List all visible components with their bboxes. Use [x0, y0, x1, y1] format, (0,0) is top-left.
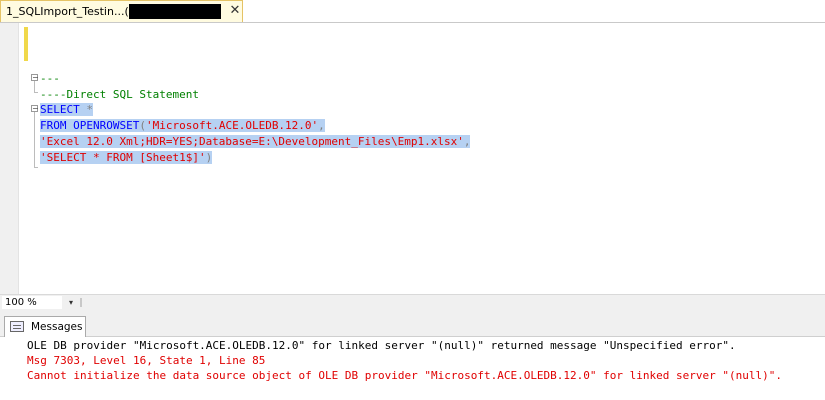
query-document-tab[interactable]: 1_SQLImport_Testin...( ✕	[0, 0, 243, 22]
scrollbar-thumb[interactable]	[80, 298, 82, 307]
sql-code[interactable]: --- ----Direct SQL Statement SELECT * FR…	[40, 23, 825, 294]
collapse-region-icon[interactable]: −	[31, 105, 39, 113]
code-line-1: ---	[40, 72, 60, 85]
messages-pane[interactable]: OLE DB provider "Microsoft.ACE.OLEDB.12.…	[0, 337, 825, 400]
error-message-line: Msg 7303, Level 16, State 1, Line 85	[27, 354, 266, 367]
zoom-level-dropdown[interactable]: 100 %	[2, 296, 62, 309]
zoom-bar: 100 % ▾	[0, 294, 825, 312]
horizontal-scrollbar[interactable]	[78, 297, 823, 308]
document-tab-strip: 1_SQLImport_Testin...( ✕	[0, 0, 825, 23]
outline-tick	[34, 92, 38, 93]
redacted-region	[129, 4, 221, 19]
error-message-line: Cannot initialize the data source object…	[27, 369, 782, 382]
close-tab-icon[interactable]: ✕	[227, 2, 243, 20]
query-tab-title: 1_SQLImport_Testin...(	[6, 5, 129, 18]
code-line-6: 'SELECT * FROM [Sheet1$]')	[40, 151, 213, 164]
code-line-2: ----Direct SQL Statement	[40, 88, 199, 101]
results-tab-strip: Messages	[0, 311, 825, 337]
collapse-region-icon[interactable]: −	[31, 74, 39, 82]
editor-margin	[0, 23, 19, 294]
code-line-4: FROM OPENROWSET('Microsoft.ACE.OLEDB.12.…	[40, 119, 325, 132]
outline-line	[34, 112, 35, 168]
messages-icon	[10, 321, 24, 332]
message-line: OLE DB provider "Microsoft.ACE.OLEDB.12.…	[27, 339, 736, 352]
chevron-down-icon[interactable]: ▾	[66, 296, 76, 309]
query-editor[interactable]: − − --- ----Direct SQL Statement SELECT …	[0, 23, 825, 294]
code-line-5: 'Excel 12.0 Xml;HDR=YES;Database=E:\Deve…	[40, 135, 471, 148]
tab-messages-label: Messages	[31, 321, 83, 333]
code-line-3: SELECT *	[40, 103, 93, 116]
tab-messages[interactable]: Messages	[4, 316, 86, 337]
outline-tick	[34, 167, 38, 168]
change-tracking-bar	[24, 27, 28, 61]
